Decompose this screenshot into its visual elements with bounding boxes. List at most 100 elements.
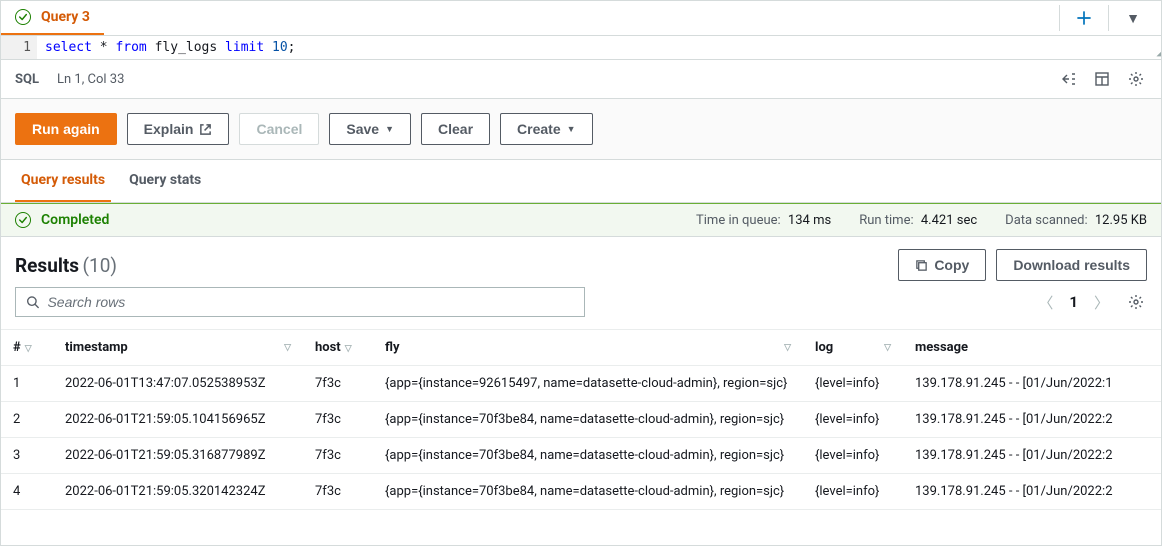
search-icon bbox=[26, 295, 39, 309]
copy-icon bbox=[915, 259, 928, 272]
cell-idx: 4 bbox=[1, 474, 53, 510]
format-icon[interactable] bbox=[1057, 68, 1079, 90]
table-row[interactable]: 32022-06-01T21:59:05.316877989Z7f3c{app=… bbox=[1, 438, 1161, 474]
clear-button[interactable]: Clear bbox=[421, 113, 490, 145]
tab-query-stats[interactable]: Query stats bbox=[123, 160, 207, 202]
col-index[interactable]: #▽ bbox=[1, 330, 53, 366]
queue-label: Time in queue: bbox=[696, 213, 781, 228]
next-page-button[interactable]: 〉 bbox=[1090, 288, 1113, 317]
resize-handle-icon[interactable]: ◢ bbox=[1156, 46, 1161, 59]
external-link-icon bbox=[199, 123, 212, 136]
cell-message: 139.178.91.245 - - [01/Jun/2022:2 bbox=[903, 474, 1161, 510]
completed-label: Completed bbox=[41, 212, 109, 228]
sql-code[interactable]: select * from fly_logs limit 10; bbox=[37, 36, 1161, 59]
cursor-position: Ln 1, Col 33 bbox=[57, 72, 124, 87]
table-header-row: #▽ timestamp▽ host▽ fly▽ log▽ message bbox=[1, 330, 1161, 366]
cell-host: 7f3c bbox=[303, 366, 373, 402]
divider bbox=[1059, 5, 1060, 31]
status-completed-bar: Completed Time in queue: 134 ms Run time… bbox=[1, 203, 1161, 237]
cell-timestamp: 2022-06-01T21:59:05.104156965Z bbox=[53, 402, 303, 438]
tab-title: Query 3 bbox=[41, 9, 90, 25]
results-title: Results bbox=[15, 254, 79, 277]
sort-icon: ▽ bbox=[345, 344, 352, 354]
query-tabs-bar: Query 3 ▼ bbox=[1, 1, 1161, 36]
cell-idx: 1 bbox=[1, 366, 53, 402]
tab-query-results[interactable]: Query results bbox=[15, 160, 111, 202]
scan-label: Data scanned: bbox=[1005, 213, 1087, 228]
divider bbox=[1108, 5, 1109, 31]
sort-icon: ▽ bbox=[284, 343, 291, 353]
prev-page-button[interactable]: 〈 bbox=[1034, 288, 1057, 317]
queue-value: 134 ms bbox=[788, 213, 831, 228]
explain-label: Explain bbox=[144, 121, 194, 137]
create-button[interactable]: Create ▼ bbox=[500, 113, 593, 145]
settings-icon[interactable] bbox=[1125, 68, 1147, 90]
col-timestamp[interactable]: timestamp▽ bbox=[53, 330, 303, 366]
col-message[interactable]: message bbox=[903, 330, 1161, 366]
cell-host: 7f3c bbox=[303, 474, 373, 510]
cell-idx: 3 bbox=[1, 438, 53, 474]
download-button[interactable]: Download results bbox=[996, 249, 1147, 281]
scan-value: 12.95 KB bbox=[1095, 213, 1147, 228]
create-label: Create bbox=[517, 121, 561, 137]
cell-log: {level=info} bbox=[803, 474, 903, 510]
search-box[interactable] bbox=[15, 287, 585, 317]
cell-idx: 2 bbox=[1, 402, 53, 438]
results-count: (10) bbox=[83, 254, 117, 277]
table-row[interactable]: 22022-06-01T21:59:05.104156965Z7f3c{app=… bbox=[1, 402, 1161, 438]
cell-fly: {app={instance=92615497, name=datasette-… bbox=[373, 366, 803, 402]
line-gutter: 1 bbox=[1, 36, 37, 59]
cell-message: 139.178.91.245 - - [01/Jun/2022:1 bbox=[903, 366, 1161, 402]
results-header: Results (10) Copy Download results bbox=[1, 237, 1161, 287]
query-tab-active[interactable]: Query 3 bbox=[1, 1, 104, 35]
sort-icon: ▽ bbox=[784, 343, 791, 353]
cell-host: 7f3c bbox=[303, 402, 373, 438]
search-pager-row: 〈 1 〉 bbox=[1, 287, 1161, 329]
language-label: SQL bbox=[15, 72, 39, 87]
run-button[interactable]: Run again bbox=[15, 113, 117, 145]
cell-log: {level=info} bbox=[803, 366, 903, 402]
search-input[interactable] bbox=[47, 294, 574, 310]
cell-log: {level=info} bbox=[803, 438, 903, 474]
results-table-container: #▽ timestamp▽ host▽ fly▽ log▽ message 12… bbox=[1, 329, 1161, 545]
chevron-down-icon: ▼ bbox=[567, 124, 576, 134]
table-row[interactable]: 12022-06-01T13:47:07.052538953Z7f3c{app=… bbox=[1, 366, 1161, 402]
cell-log: {level=info} bbox=[803, 402, 903, 438]
add-tab-button[interactable] bbox=[1068, 2, 1100, 34]
chevron-down-icon: ▼ bbox=[385, 124, 394, 134]
pager: 〈 1 〉 bbox=[1034, 288, 1147, 317]
editor-status-bar: SQL Ln 1, Col 33 bbox=[1, 60, 1161, 99]
col-fly[interactable]: fly▽ bbox=[373, 330, 803, 366]
layout-icon[interactable] bbox=[1091, 68, 1113, 90]
sort-icon: ▽ bbox=[884, 343, 891, 353]
table-row[interactable]: 42022-06-01T21:59:05.320142324Z7f3c{app=… bbox=[1, 474, 1161, 510]
explain-button[interactable]: Explain bbox=[127, 113, 230, 145]
checkmark-icon bbox=[15, 9, 31, 25]
run-value: 4.421 sec bbox=[921, 213, 977, 228]
cell-host: 7f3c bbox=[303, 438, 373, 474]
result-tabs: Query results Query stats bbox=[1, 160, 1161, 203]
action-toolbar: Run again Explain Cancel Save ▼ Clear Cr… bbox=[1, 99, 1161, 160]
table-settings-icon[interactable] bbox=[1125, 291, 1147, 313]
results-table: #▽ timestamp▽ host▽ fly▽ log▽ message 12… bbox=[1, 330, 1161, 510]
run-label: Run time: bbox=[859, 213, 913, 228]
copy-label: Copy bbox=[934, 257, 969, 273]
col-log[interactable]: log▽ bbox=[803, 330, 903, 366]
cell-timestamp: 2022-06-01T21:59:05.320142324Z bbox=[53, 474, 303, 510]
col-host[interactable]: host▽ bbox=[303, 330, 373, 366]
cancel-button: Cancel bbox=[239, 113, 319, 145]
cell-fly: {app={instance=70f3be84, name=datasette-… bbox=[373, 402, 803, 438]
copy-button[interactable]: Copy bbox=[898, 249, 986, 281]
page-number: 1 bbox=[1069, 293, 1078, 311]
sql-editor[interactable]: 1 select * from fly_logs limit 10; ◢ bbox=[1, 36, 1161, 60]
tab-menu-button[interactable]: ▼ bbox=[1117, 2, 1149, 34]
cell-message: 139.178.91.245 - - [01/Jun/2022:2 bbox=[903, 402, 1161, 438]
cell-timestamp: 2022-06-01T13:47:07.052538953Z bbox=[53, 366, 303, 402]
cell-timestamp: 2022-06-01T21:59:05.316877989Z bbox=[53, 438, 303, 474]
save-button[interactable]: Save ▼ bbox=[329, 113, 411, 145]
checkmark-icon bbox=[15, 212, 31, 228]
cell-message: 139.178.91.245 - - [01/Jun/2022:2 bbox=[903, 438, 1161, 474]
cell-fly: {app={instance=70f3be84, name=datasette-… bbox=[373, 438, 803, 474]
save-label: Save bbox=[346, 121, 379, 137]
sort-icon: ▽ bbox=[25, 344, 32, 354]
